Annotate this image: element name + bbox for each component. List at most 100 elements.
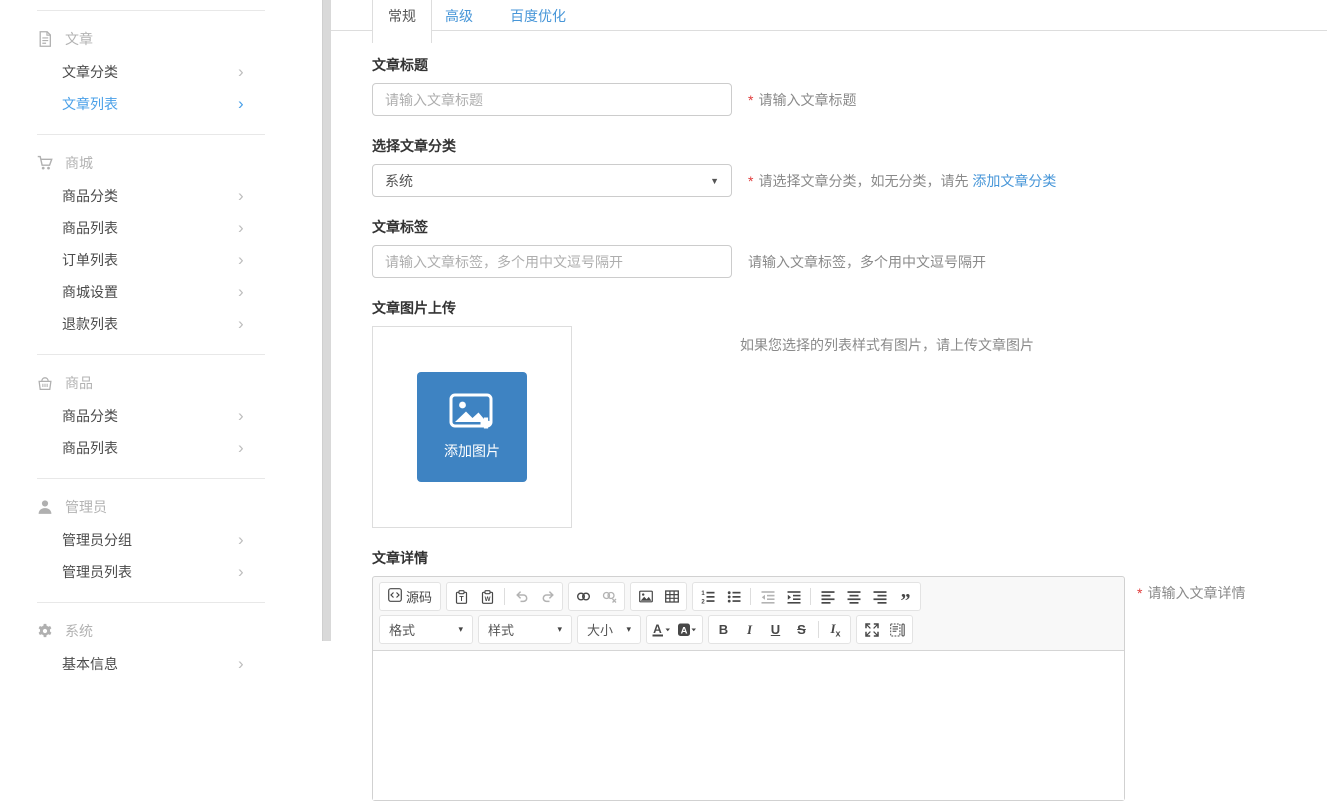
sidebar-item-label: 商城设置 — [62, 284, 118, 300]
title-field-row: 文章标题 *请输入文章标题 — [372, 55, 1327, 116]
article-tags-input[interactable] — [372, 245, 732, 278]
sidebar-item[interactable]: 基本信息 › — [0, 648, 322, 680]
link-icon — [576, 590, 591, 603]
text-color-icon: A — [652, 623, 671, 637]
image-upload-box[interactable]: 添加图片 — [372, 326, 572, 528]
sidebar-item[interactable]: 订单列表› — [0, 244, 322, 276]
tags-field-row: 文章标签 请输入文章标签，多个用中文逗号隔开 — [372, 217, 1327, 278]
undo-button[interactable] — [509, 584, 534, 609]
size-dropdown[interactable]: 大小 ▾ — [580, 617, 638, 642]
show-blocks-icon — [890, 623, 905, 637]
strikethrough-button[interactable]: S — [789, 617, 814, 642]
sidebar-scrollbar[interactable] — [322, 0, 331, 641]
table-icon — [665, 590, 679, 603]
sidebar-item[interactable]: 商品分类› — [0, 400, 322, 432]
add-image-button-label: 添加图片 — [444, 441, 500, 461]
system-gear-icon — [37, 623, 53, 639]
mall-cart-icon — [37, 155, 53, 171]
toolbar-group: 格式▾ — [379, 615, 473, 644]
sidebar-section-2[interactable]: 商品 — [0, 355, 322, 400]
paste-text-button[interactable]: T — [449, 584, 474, 609]
bg-color-button[interactable]: A — [675, 617, 700, 642]
indent-button[interactable] — [781, 584, 806, 609]
sidebar-item[interactable]: 管理员分组› — [0, 524, 322, 556]
indent-icon — [787, 590, 801, 604]
title-hint: *请输入文章标题 — [748, 90, 856, 110]
unlink-button[interactable] — [597, 584, 622, 609]
sidebar-item-label: 退款列表 — [62, 316, 118, 332]
svg-text:2: 2 — [701, 599, 705, 604]
image-label: 文章图片上传 — [372, 298, 1327, 318]
sidebar-item-label: 基本信息 — [62, 656, 118, 672]
toolbar-group: 样式▾ — [478, 615, 572, 644]
italic-button[interactable]: I — [737, 617, 762, 642]
sidebar-item[interactable]: 退款列表› — [0, 308, 322, 340]
blockquote-button[interactable]: ” — [893, 584, 918, 609]
paste-word-button[interactable]: W — [475, 584, 500, 609]
image-icon — [639, 590, 653, 603]
align-center-button[interactable] — [841, 584, 866, 609]
toolbar-group — [856, 615, 913, 644]
sidebar-item[interactable]: 管理员列表› — [0, 556, 322, 588]
sidebar-section-label: 商城 — [65, 153, 93, 173]
style-dropdown[interactable]: 样式▾ — [481, 617, 569, 642]
sidebar-section-3[interactable]: 管理员 — [0, 479, 322, 524]
required-asterisk: * — [748, 173, 753, 189]
sidebar-item[interactable]: 商品列表› — [0, 212, 322, 244]
source-label: 源码 — [406, 587, 432, 606]
sidebar-item-label: 管理员分组 — [62, 532, 132, 548]
source-button[interactable]: 源码 — [382, 584, 438, 609]
caret-down-icon: ▾ — [557, 624, 562, 635]
tabbar: 常规 高级 百度优化 — [331, 0, 1327, 43]
table-button[interactable] — [659, 584, 684, 609]
maximize-button[interactable] — [859, 617, 884, 642]
sidebar-section-4[interactable]: 系统 — [0, 603, 322, 648]
sidebar-item[interactable]: 商品列表› — [0, 432, 322, 464]
category-select[interactable]: 系统 ▼ — [372, 164, 732, 197]
align-left-button[interactable] — [815, 584, 840, 609]
align-right-button[interactable] — [867, 584, 892, 609]
link-button[interactable] — [571, 584, 596, 609]
sidebar-section-1[interactable]: 商城 — [0, 135, 322, 180]
admin-user-icon — [37, 499, 53, 515]
sidebar-item[interactable]: 商品分类› — [0, 180, 322, 212]
svg-text:T: T — [459, 596, 464, 603]
sidebar-section-0[interactable]: 文章 — [0, 11, 322, 56]
editor-content[interactable] — [373, 650, 1124, 800]
sidebar-section-label: 商品 — [65, 373, 93, 393]
unlink-icon — [602, 590, 617, 603]
sidebar-item[interactable]: 商城设置› — [0, 276, 322, 308]
underline-button[interactable]: U — [763, 617, 788, 642]
chevron-right-icon: › — [238, 212, 244, 244]
toolbar-group: BIUS Ix — [708, 615, 851, 644]
article-title-input[interactable] — [372, 83, 732, 116]
image-button[interactable] — [633, 584, 658, 609]
bold-button[interactable]: B — [711, 617, 736, 642]
tab-baidu-seo[interactable]: 百度优化 — [510, 6, 566, 26]
show-blocks-button[interactable] — [885, 617, 910, 642]
sidebar-item-label: 商品分类 — [62, 408, 118, 424]
size-dropdown-label: 大小 — [587, 620, 613, 639]
outdent-button[interactable] — [755, 584, 780, 609]
format-dropdown[interactable]: 格式▾ — [382, 617, 470, 642]
add-image-button[interactable]: 添加图片 — [417, 372, 527, 482]
text-color-button[interactable]: A — [649, 617, 674, 642]
tab-general[interactable]: 常规 — [372, 0, 432, 43]
maximize-icon — [865, 623, 879, 637]
sidebar-item[interactable]: 文章分类› — [0, 56, 322, 88]
chevron-right-icon: › — [238, 648, 244, 680]
remove-format-button[interactable]: Ix — [823, 617, 848, 642]
underline-icon: U — [771, 622, 780, 637]
image-hint: 如果您选择的列表样式有图片，请上传文章图片 — [740, 326, 1034, 355]
redo-button[interactable] — [535, 584, 560, 609]
caret-down-icon: ▾ — [626, 624, 631, 635]
main-panel: 常规 高级 百度优化 文章标题 *请输入文章标题 选择文章分类 系统 ▼ *请选… — [331, 0, 1327, 641]
numbered-list-button[interactable]: 12 — [695, 584, 720, 609]
bulleted-list-button[interactable] — [721, 584, 746, 609]
tab-advanced[interactable]: 高级 — [445, 6, 473, 26]
add-category-link[interactable]: 添加文章分类 — [972, 173, 1056, 189]
toolbar-group: 12 ” — [692, 582, 921, 611]
sidebar-item[interactable]: 文章列表› — [0, 88, 322, 120]
toolbar-group — [568, 582, 625, 611]
sidebar-nav: 文章文章分类›文章列表›商城商品分类›商品列表›订单列表›商城设置›退款列表›商… — [0, 10, 322, 694]
